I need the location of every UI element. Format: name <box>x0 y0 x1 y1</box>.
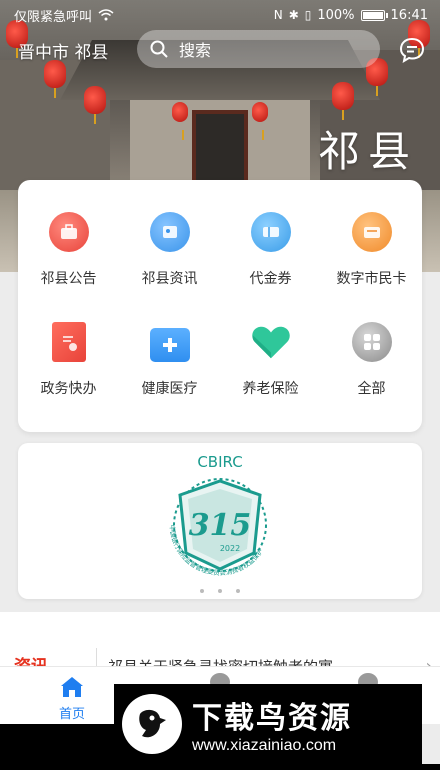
service-medical[interactable]: 健康医疗 <box>119 290 220 400</box>
service-label: 数字市民卡 <box>336 271 407 287</box>
voucher-icon <box>250 212 291 252</box>
lantern-icon <box>252 102 268 140</box>
cbirc-315-logo: CBIRC 315 2022 中国银行保险监督管理委员会消费者权益保护 <box>168 453 267 577</box>
notice-icon <box>48 212 89 252</box>
service-all[interactable]: 全部 <box>321 290 422 400</box>
carousel-dots <box>18 589 422 593</box>
service-label: 祁县资讯 <box>141 271 198 287</box>
logo-year: 2022 <box>220 544 240 553</box>
heart-icon <box>251 322 291 362</box>
battery-percent: 100% <box>317 7 355 23</box>
service-label: 祁县公告 <box>40 271 97 287</box>
tab-home-label: 首页 <box>58 707 85 722</box>
bird-logo-icon <box>122 694 182 754</box>
logo-number: 315 <box>189 508 252 543</box>
watermark: 下载鸟资源 www.xiazainiao.com <box>114 684 422 764</box>
watermark-title: 下载鸟资源 <box>192 701 352 736</box>
nfc-icon: N <box>273 8 283 22</box>
lantern-icon <box>172 102 188 140</box>
carrier-text: 仅限紧急呼叫 <box>14 9 93 25</box>
government-affairs-icon <box>51 322 86 362</box>
service-announcement[interactable]: 祁县公告 <box>18 180 119 290</box>
message-icon[interactable] <box>398 36 426 64</box>
bluetooth-icon: ✱ <box>288 8 299 22</box>
lantern-icon <box>332 82 354 120</box>
all-icon <box>351 322 392 362</box>
search-placeholder: 搜索 <box>179 41 212 60</box>
lantern-icon <box>84 86 106 124</box>
wifi-icon <box>98 9 114 21</box>
service-label: 养老保险 <box>242 381 299 397</box>
service-pension[interactable]: 养老保险 <box>220 290 321 400</box>
watermark-url: www.xiazainiao.com <box>192 737 337 754</box>
vibrate-icon: ▯ <box>304 8 312 22</box>
service-voucher[interactable]: 代金券 <box>220 180 321 290</box>
service-citizen-card[interactable]: 数字市民卡 <box>321 180 422 290</box>
hero-door <box>192 110 248 190</box>
service-government-affairs[interactable]: 政务快办 <box>18 290 119 400</box>
search-bar[interactable]: 搜索 <box>137 30 380 68</box>
search-icon <box>150 40 168 58</box>
home-icon <box>61 677 83 697</box>
clock: 16:41 <box>390 7 428 23</box>
logo-top-text: CBIRC <box>197 453 242 471</box>
tab-home[interactable]: 首页 <box>42 675 102 722</box>
top-bar: 晋中市 祁县 搜索 <box>0 30 440 70</box>
service-label: 政务快办 <box>40 381 97 397</box>
battery-icon <box>360 9 388 21</box>
service-label: 健康医疗 <box>141 381 198 397</box>
news-icon <box>149 212 190 252</box>
service-label: 全部 <box>357 381 386 397</box>
system-nav-bar-bottom <box>0 764 440 770</box>
status-bar: 仅限紧急呼叫 N ✱ ▯ 100% 16:41 <box>0 0 440 30</box>
citizen-card-icon <box>351 212 392 252</box>
news-ticker[interactable]: 资讯 祁县关于紧急寻找密切接触者的寓 › <box>0 612 440 677</box>
service-label: 代金券 <box>249 271 292 287</box>
promo-banner[interactable]: CBIRC 315 2022 中国银行保险监督管理委员会消费者权益保护 <box>18 443 422 599</box>
service-grid: 祁县公告 祁县资讯 代金券 数字市民卡 政务快办 健康医疗 养老保险 全部 <box>18 180 422 432</box>
city-selector[interactable]: 晋中市 祁县 <box>18 38 130 63</box>
county-calligraphy: 祁县 <box>317 127 418 176</box>
medical-icon <box>149 328 190 362</box>
service-news[interactable]: 祁县资讯 <box>119 180 220 290</box>
